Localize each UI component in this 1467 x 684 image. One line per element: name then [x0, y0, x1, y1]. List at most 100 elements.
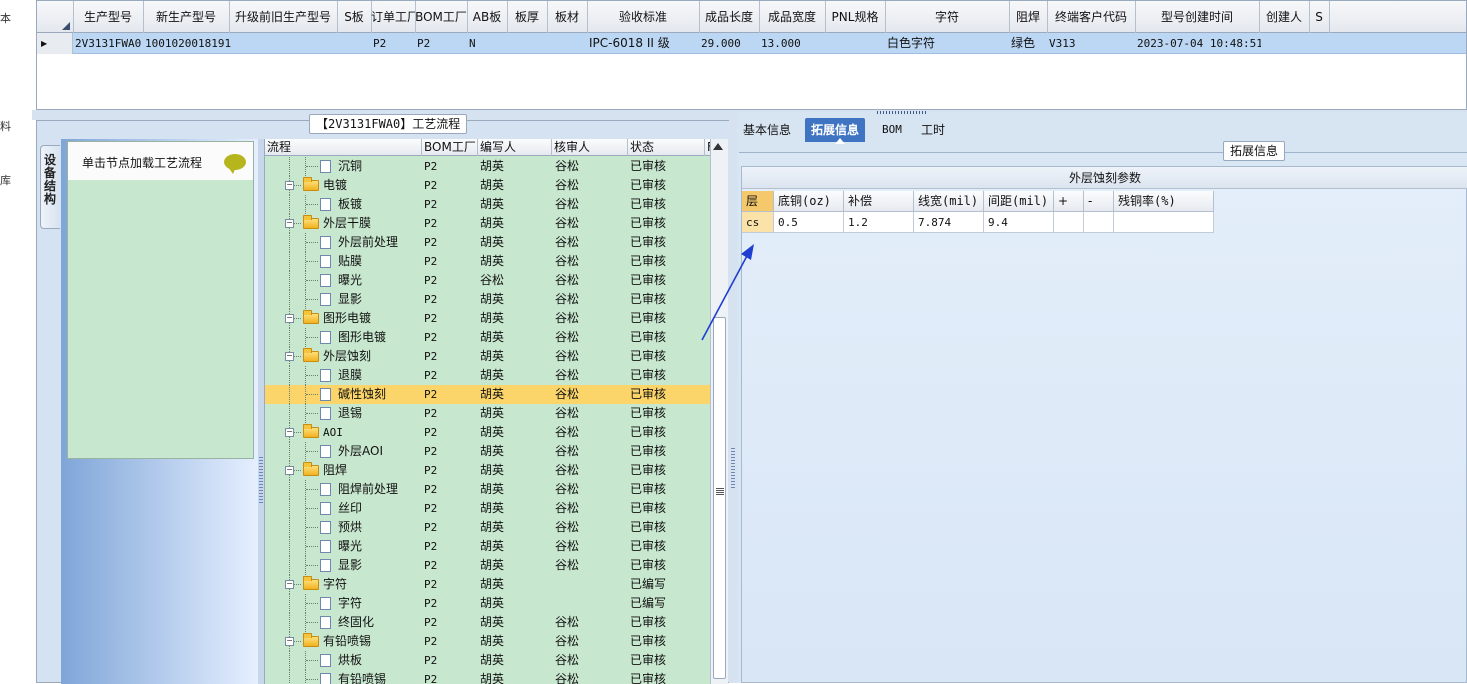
tree-step-row[interactable]: 字符 P2 胡英 已编写: [265, 594, 710, 613]
tree-step-row[interactable]: 预烘 P2 胡英 谷松 已审核: [265, 518, 710, 537]
col-header[interactable]: 板材: [547, 1, 588, 33]
grid-cell[interactable]: [229, 33, 339, 54]
grid-cell[interactable]: 2V3131FWA0: [73, 33, 145, 54]
tree-step-row[interactable]: 烘板 P2 胡英 谷松 已审核: [265, 651, 710, 670]
collapse-toggle-icon[interactable]: −: [285, 466, 294, 475]
col-header[interactable]: 升级前旧生产型号: [229, 1, 338, 33]
col-header[interactable]: 板厚: [507, 1, 548, 33]
col-header-plus[interactable]: +: [1054, 191, 1084, 212]
panel-grip-icon[interactable]: [877, 111, 927, 114]
col-header-flow[interactable]: 流程: [265, 139, 422, 156]
tree-step-row[interactable]: 丝印 P2 胡英 谷松 已审核: [265, 499, 710, 518]
col-header-bom[interactable]: BOM工厂: [422, 139, 478, 156]
cell-compensation[interactable]: 1.2: [844, 212, 914, 233]
col-header-minus[interactable]: -: [1084, 191, 1114, 212]
col-header[interactable]: 成品长度: [699, 1, 760, 33]
grid-cell[interactable]: P2: [415, 33, 469, 54]
tree-step-row[interactable]: 显影 P2 胡英 谷松 已审核: [265, 556, 710, 575]
col-header[interactable]: 字符: [885, 1, 1010, 33]
tree-step-row[interactable]: 贴膜 P2 胡英 谷松 已审核: [265, 252, 710, 271]
col-header[interactable]: PNL规格: [825, 1, 886, 33]
tree-step-row[interactable]: 图形电镀 P2 胡英 谷松 已审核: [265, 328, 710, 347]
tree-step-row[interactable]: 有铅喷锡 P2 胡英 谷松 已审核: [265, 670, 710, 684]
grid-cell[interactable]: P2: [371, 33, 417, 54]
col-header[interactable]: 订单工厂: [371, 1, 416, 33]
collapse-toggle-icon[interactable]: −: [285, 219, 294, 228]
tree-step-row[interactable]: 阻焊前处理 P2 胡英 谷松 已审核: [265, 480, 710, 499]
grid-cell[interactable]: 2023-07-04 10:48:51: [1135, 33, 1261, 54]
tab-basic-info[interactable]: 基本信息: [737, 118, 797, 142]
col-header[interactable]: 新生产型号: [143, 1, 230, 33]
grid-cell[interactable]: [1309, 33, 1331, 54]
tree-step-row[interactable]: 退膜 P2 胡英 谷松 已审核: [265, 366, 710, 385]
col-header-reviewer[interactable]: 核审人: [552, 139, 628, 156]
grid-cell[interactable]: 10010200181912: [143, 33, 231, 54]
grid-cell[interactable]: 白色字符: [885, 33, 1011, 54]
tree-group-row[interactable]: − 有铅喷锡 P2 胡英 谷松 已审核: [265, 632, 710, 651]
col-header[interactable]: S: [1309, 1, 1330, 33]
col-header[interactable]: AB板: [467, 1, 508, 33]
tree-group-row[interactable]: − 外层蚀刻 P2 胡英 谷松 已审核: [265, 347, 710, 366]
col-header-line-width[interactable]: 线宽(mil): [914, 191, 984, 212]
grid-cell[interactable]: [825, 33, 887, 54]
grid-cell[interactable]: IPC-6018 II 级: [587, 33, 701, 54]
tree-step-row[interactable]: 板镀 P2 胡英 谷松 已审核: [265, 195, 710, 214]
grid-cell[interactable]: V313: [1047, 33, 1137, 54]
cell-spacing[interactable]: 9.4: [984, 212, 1054, 233]
cell-base-copper[interactable]: 0.5: [774, 212, 844, 233]
tab-bom[interactable]: BOM: [876, 118, 908, 142]
tab-work-hours[interactable]: 工时: [915, 118, 951, 142]
col-header-writer[interactable]: 编写人: [478, 139, 552, 156]
scroll-thumb[interactable]: [713, 317, 726, 679]
collapse-toggle-icon[interactable]: −: [285, 314, 294, 323]
col-header-layer[interactable]: 层: [742, 191, 774, 212]
tree-step-row[interactable]: 碱性蚀刻 P2 胡英 谷松 已审核: [265, 385, 710, 404]
collapse-toggle-icon[interactable]: −: [285, 428, 294, 437]
col-header[interactable]: 终端客户代码: [1047, 1, 1136, 33]
cell-layer[interactable]: cs: [742, 212, 774, 233]
col-header-spacing[interactable]: 间距(mil): [984, 191, 1054, 212]
cell-plus[interactable]: [1054, 212, 1084, 233]
col-header[interactable]: 生产型号: [73, 1, 144, 33]
scroll-up-icon[interactable]: [713, 143, 723, 150]
grid-cell[interactable]: 13.000: [759, 33, 827, 54]
col-header[interactable]: 验收标准: [587, 1, 700, 33]
col-header-residual-copper[interactable]: 残铜率(%): [1114, 191, 1214, 212]
model-grid-row[interactable]: ▶ 2V3131FWA0 10010200181912 P2 P2 N IPC-6018 …: [37, 33, 1466, 54]
tree-group-row[interactable]: − AOI P2 胡英 谷松 已审核: [265, 423, 710, 442]
nav-card[interactable]: 单击节点加载工艺流程: [67, 141, 254, 459]
col-header[interactable]: 创建人: [1259, 1, 1310, 33]
grid-cell[interactable]: [547, 33, 589, 54]
cell-residual-copper[interactable]: [1114, 212, 1214, 233]
collapse-toggle-icon[interactable]: −: [285, 637, 294, 646]
col-header-base-copper[interactable]: 底铜(oz): [774, 191, 844, 212]
tree-group-row[interactable]: − 外层干膜 P2 胡英 谷松 已审核: [265, 214, 710, 233]
tree-group-row[interactable]: − 字符 P2 胡英 已编写: [265, 575, 710, 594]
grid-cell[interactable]: 29.000: [699, 33, 761, 54]
grid-cell[interactable]: [337, 33, 373, 54]
tree-group-row[interactable]: − 阻焊 P2 胡英 谷松 已审核: [265, 461, 710, 480]
tab-equipment-structure[interactable]: 设备结构: [40, 145, 60, 229]
grid-cell[interactable]: N: [467, 33, 509, 54]
tree-step-row[interactable]: 显影 P2 胡英 谷松 已审核: [265, 290, 710, 309]
grid-cell[interactable]: [1259, 33, 1311, 54]
tree-step-row[interactable]: 曝光 P2 谷松 谷松 已审核: [265, 271, 710, 290]
col-header-compensation[interactable]: 补偿: [844, 191, 914, 212]
col-header[interactable]: 型号创建时间: [1135, 1, 1260, 33]
tree-step-row[interactable]: 沉铜 P2 胡英 谷松 已审核: [265, 157, 710, 176]
tree-group-row[interactable]: − 电镀 P2 胡英 谷松 已审核: [265, 176, 710, 195]
tree-step-row[interactable]: 外层前处理 P2 胡英 谷松 已审核: [265, 233, 710, 252]
tree-step-row[interactable]: 外层AOI P2 胡英 谷松 已审核: [265, 442, 710, 461]
collapse-toggle-icon[interactable]: −: [285, 181, 294, 190]
col-header-status[interactable]: 状态: [628, 139, 705, 156]
col-header[interactable]: 成品宽度: [759, 1, 826, 33]
tree-step-row[interactable]: 终固化 P2 胡英 谷松 已审核: [265, 613, 710, 632]
col-header[interactable]: BOM工厂: [415, 1, 468, 33]
collapse-toggle-icon[interactable]: −: [285, 352, 294, 361]
main-splitter[interactable]: [729, 120, 737, 683]
grid-cell[interactable]: 绿色: [1009, 33, 1049, 54]
col-header[interactable]: 阻焊: [1009, 1, 1048, 33]
grid-cell[interactable]: [507, 33, 549, 54]
tree-step-row[interactable]: 退锡 P2 胡英 谷松 已审核: [265, 404, 710, 423]
col-header[interactable]: S板: [337, 1, 372, 33]
